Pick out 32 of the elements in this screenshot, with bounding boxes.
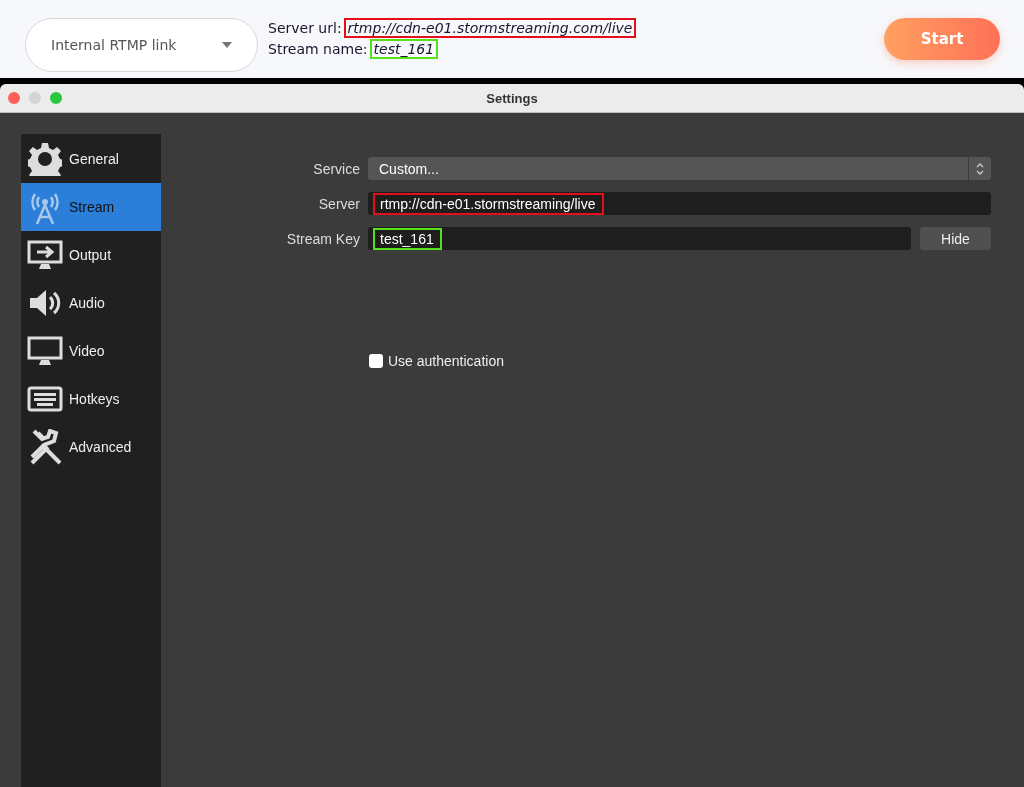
sidebar-item[interactable]: Advanced [21, 423, 161, 471]
speaker-icon [28, 288, 62, 318]
zoom-button[interactable] [50, 92, 62, 104]
gear-icon [28, 142, 62, 176]
detail-value: test_161 [369, 38, 439, 59]
stepper-icon [976, 162, 984, 175]
sidebar-item[interactable]: Video [21, 327, 161, 375]
detail-value: rtmp://cdn-e01.stormstreaming.com/live [343, 17, 637, 38]
detail-label: Stream name: [268, 40, 368, 57]
link-type-dropdown[interactable]: Internal RTMP link [25, 17, 258, 72]
stream-key-field[interactable]: test_161 [368, 227, 911, 250]
close-button[interactable] [8, 92, 20, 104]
detail-label: Server url: [268, 19, 342, 36]
field-label: Service [312, 160, 361, 177]
tools-icon [28, 429, 62, 465]
sidebar-item[interactable]: General [21, 135, 161, 183]
checkbox[interactable] [369, 354, 383, 368]
monitor-icon [27, 336, 63, 366]
sidebar-item[interactable]: Audio [21, 279, 161, 327]
checkbox-label: Use authentication [388, 353, 504, 369]
hide-button[interactable]: Hide [920, 227, 991, 250]
monitor-arrow-icon [27, 240, 63, 270]
service-select[interactable]: Custom... [368, 157, 991, 180]
minimize-button[interactable] [29, 92, 41, 104]
window-title: Settings [486, 90, 538, 106]
server-field[interactable]: rtmp://cdn-e01.stormstreaming/live [368, 192, 991, 215]
sidebar-item[interactable]: Stream [21, 183, 161, 231]
field-label: Server [317, 195, 361, 212]
caret-icon [222, 41, 232, 48]
sidebar-item[interactable]: Output [21, 231, 161, 279]
sidebar-item[interactable]: Hotkeys [21, 375, 161, 423]
field-label: Stream Key [285, 230, 361, 247]
